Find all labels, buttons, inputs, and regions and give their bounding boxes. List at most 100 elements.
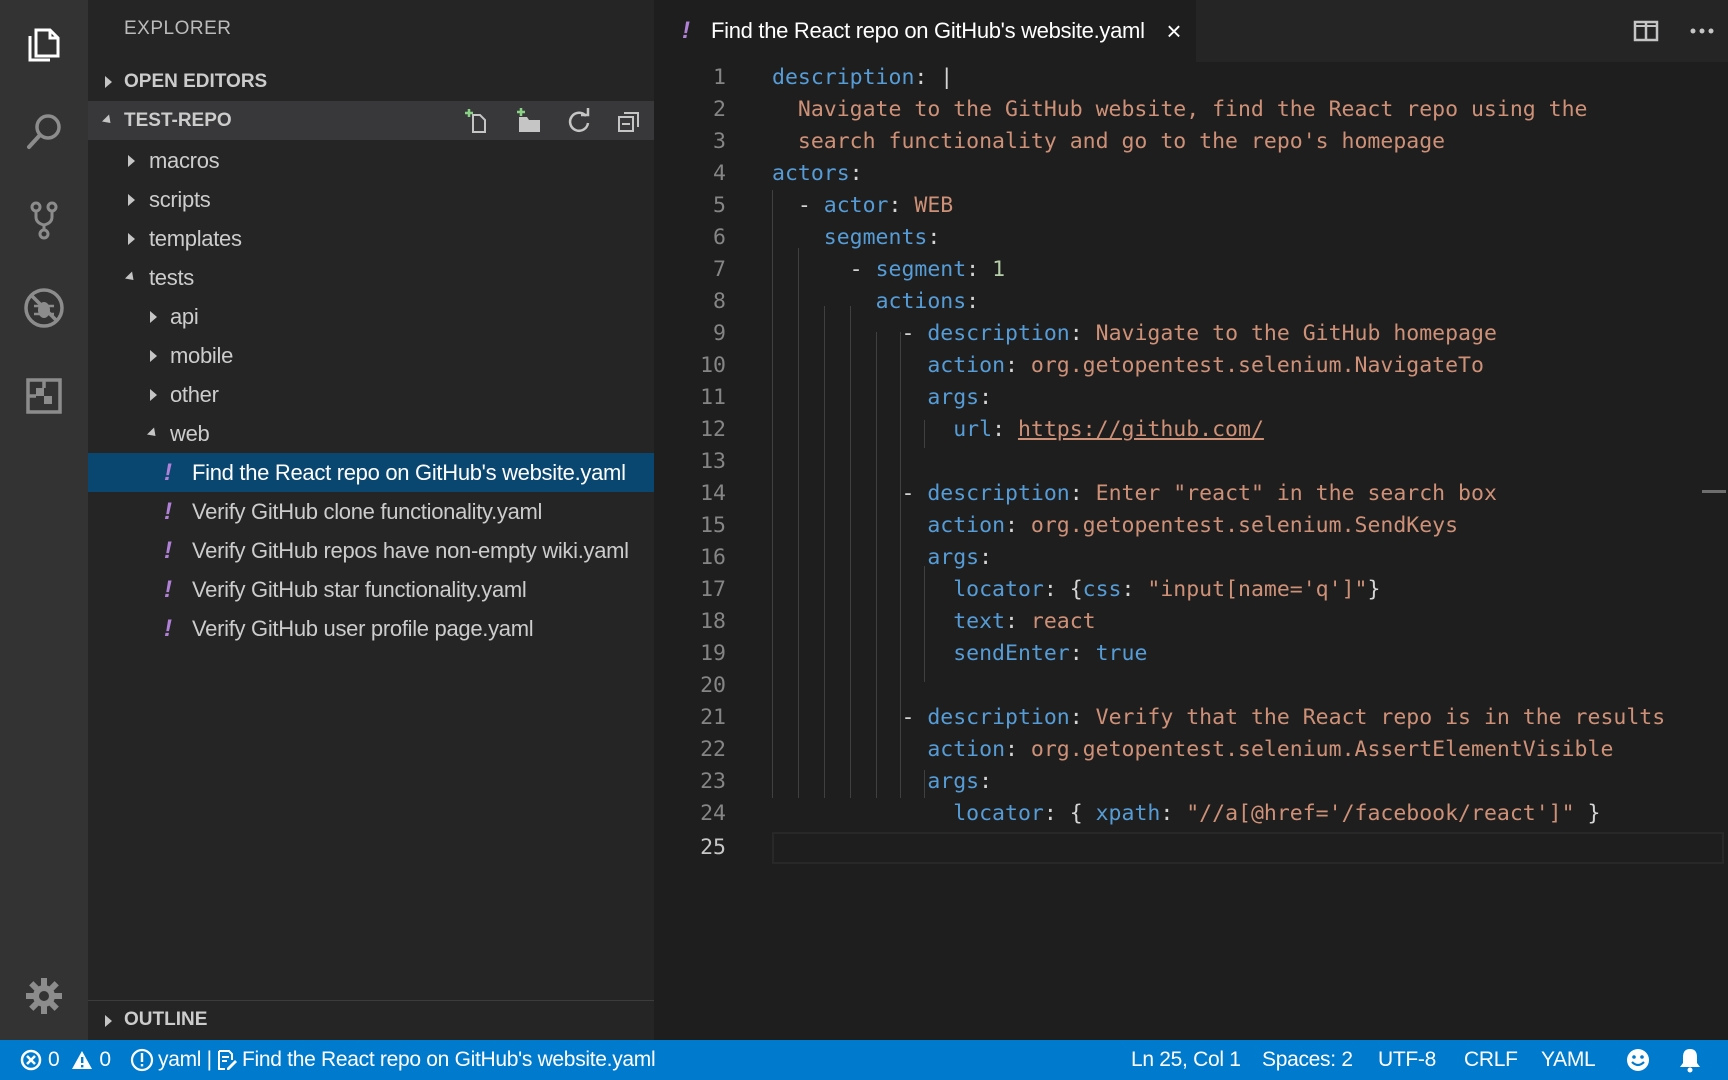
outline-section[interactable]: OUTLINE [88,1000,654,1039]
yaml-warning-icon: ! [164,575,172,603]
feedback-icon[interactable] [1625,1040,1651,1080]
tree-folder-mobile[interactable]: mobile [88,336,654,375]
tree-folder-api[interactable]: api [88,297,654,336]
chevron-right-icon [146,375,160,414]
split-editor-icon[interactable] [1630,15,1662,47]
tree-file-verify-clone[interactable]: ! Verify GitHub clone functionality.yaml [88,492,654,531]
open-editors-section[interactable]: OPEN EDITORS [88,62,654,101]
cursor-position[interactable]: Ln 25, Col 1 [1131,1040,1241,1080]
encoding-setting[interactable]: UTF-8 [1378,1040,1436,1080]
code-line: 21 - description: Verify that the React … [654,702,1728,734]
chevron-right-icon [100,62,116,101]
line-number: 14 [700,481,726,506]
tree-file-find-react-repo[interactable]: ! Find the React repo on GitHub's websit… [88,453,654,492]
tree-folder-scripts[interactable]: scripts [88,180,654,219]
source-control-icon[interactable] [0,176,88,264]
line-number: 6 [713,225,726,250]
line-number: 13 [700,449,726,474]
chevron-down-icon [124,258,138,297]
tree-folder-tests[interactable]: tests [88,258,654,297]
new-file-icon[interactable] [464,106,494,136]
new-folder-icon[interactable] [514,106,544,136]
yaml-flag: yaml | [158,1048,212,1071]
indentation-setting[interactable]: Spaces: 2 [1262,1040,1353,1080]
error-count: 0 [48,1048,60,1071]
file-edit-icon [218,1050,237,1070]
yaml-warning-icon: ! [164,614,172,642]
search-icon[interactable] [0,88,88,176]
tab-active-file[interactable]: ! Find the React repo on GitHub's websit… [654,0,1196,62]
yaml-status[interactable]: yaml | [130,1040,212,1080]
line-number: 18 [700,609,726,634]
close-icon[interactable]: × [1162,16,1186,46]
files-icon[interactable] [0,0,88,88]
line-number: 1 [713,65,726,90]
collapse-all-icon[interactable] [614,106,644,136]
refresh-icon[interactable] [564,106,594,136]
line-number: 23 [700,769,726,794]
code-line: 12 url: https://github.com/ [654,414,1728,446]
tree-folder-macros[interactable]: macros [88,141,654,180]
tree-folder-templates[interactable]: templates [88,219,654,258]
gear-icon[interactable] [0,952,88,1040]
line-number: 4 [713,161,726,186]
activity-bar [0,0,88,1040]
code-line: 9 - description: Navigate to the GitHub … [654,318,1728,350]
line-number: 21 [700,705,726,730]
chevron-right-icon [124,141,138,180]
tree-item-label: scripts [149,186,211,212]
code-line: 10 action: org.getopentest.selenium.Navi… [654,350,1728,382]
status-file[interactable]: Find the React repo on GitHub's website.… [216,1040,656,1080]
more-actions-icon[interactable] [1686,15,1718,47]
tree-file-verify-profile[interactable]: ! Verify GitHub user profile page.yaml [88,609,654,648]
line-number: 25 [700,835,726,860]
chevron-right-icon [146,297,160,336]
debug-icon[interactable] [0,264,88,352]
problems-indicator[interactable]: 0 0 [20,1040,111,1080]
tree-file-verify-wiki[interactable]: ! Verify GitHub repos have non-empty wik… [88,531,654,570]
test-repo-section[interactable]: TEST-REPO [88,101,654,140]
chevron-right-icon [124,180,138,219]
yaml-warning-icon: ! [164,458,172,486]
eol-setting[interactable]: CRLF [1464,1040,1518,1080]
tree-folder-other[interactable]: other [88,375,654,414]
tree-folder-web[interactable]: web [88,414,654,453]
language-mode[interactable]: YAML [1541,1040,1596,1080]
code-line: 19 sendEnter: true [654,638,1728,670]
outline-label: OUTLINE [124,1009,208,1030]
code-line: 25 [654,832,1728,864]
warning-icon [72,1051,93,1069]
code-line: 1 description: | [654,62,1728,94]
line-number: 11 [700,385,726,410]
yaml-warning-icon: ! [164,497,172,525]
code-line: 2 Navigate to the GitHub website, find t… [654,94,1728,126]
line-number: 19 [700,641,726,666]
code-line: 5 - actor: WEB [654,190,1728,222]
code-line: 3 search functionality and go to the rep… [654,126,1728,158]
code-line: 20 [654,670,1728,702]
line-number: 17 [700,577,726,602]
explorer-sidebar: EXPLORER OPEN EDITORS TEST-REPO macros s… [88,0,654,1040]
tree-file-verify-star[interactable]: ! Verify GitHub star functionality.yaml [88,570,654,609]
notifications-bell-icon[interactable] [1678,1040,1702,1080]
test-repo-label: TEST-REPO [124,109,232,131]
status-bar: 0 0 yaml | Find the React repo on GitHub… [0,1040,1728,1080]
chevron-down-icon [100,101,116,140]
open-editors-label: OPEN EDITORS [124,70,268,92]
chevron-right-icon [100,1001,116,1040]
chevron-right-icon [124,219,138,258]
line-number: 8 [713,289,726,314]
line-number: 16 [700,545,726,570]
tree-item-label: mobile [170,342,234,368]
code-line: 23 args: [654,766,1728,798]
code-editor[interactable]: 1 description: | 2 Navigate to the GitHub… [654,62,1728,1040]
line-number: 15 [700,513,726,538]
code-line: 22 action: org.getopentest.selenium.Asse… [654,734,1728,766]
line-number: 10 [700,353,726,378]
tree-item-label: Verify GitHub user profile page.yaml [192,615,534,641]
extensions-icon[interactable] [0,352,88,440]
code-line: 24 locator: { xpath: "//a[@href='/facebo… [654,798,1728,830]
line-number: 5 [713,193,726,218]
status-file-name: Find the React repo on GitHub's website.… [242,1048,656,1071]
code-line: 14 - description: Enter "react" in the s… [654,478,1728,510]
